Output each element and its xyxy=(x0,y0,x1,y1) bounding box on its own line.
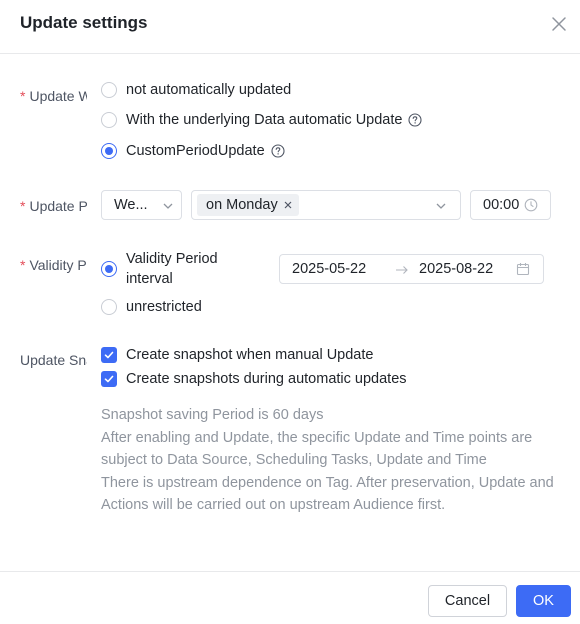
day-tag: on Monday xyxy=(197,194,299,216)
chevron-down-icon xyxy=(436,203,446,209)
note-line: There is upstream dependence on Tag. Aft… xyxy=(101,474,554,514)
checkbox-checked[interactable] xyxy=(101,371,117,387)
tag-remove-icon[interactable] xyxy=(283,200,293,210)
radio-label: CustomPeriodUpdate xyxy=(126,143,265,159)
update-settings-dialog: Update settings *Update Way not automati… xyxy=(0,0,580,624)
checkbox-auto-snapshot[interactable]: Create snapshots during automatic update… xyxy=(101,371,407,387)
update-way-label: *Update Way xyxy=(20,88,87,104)
radio-validity-interval[interactable]: Validity Period interval xyxy=(101,249,218,289)
snapshot-notes: Snapshot saving Period is 60 days After … xyxy=(101,404,561,517)
ok-button[interactable]: OK xyxy=(516,585,571,617)
checkmark-icon xyxy=(104,351,114,359)
help-icon[interactable] xyxy=(271,144,285,158)
radio-underlying-data-update[interactable]: With the underlying Data automatic Updat… xyxy=(101,112,423,128)
dialog-header: Update settings xyxy=(0,0,580,54)
radio-circle[interactable] xyxy=(101,82,117,98)
checkbox-label: Create snapshot when manual Update xyxy=(126,347,374,363)
radio-custom-period-update[interactable]: CustomPeriodUpdate xyxy=(101,143,285,159)
start-date[interactable]: 2025-05-22 xyxy=(292,261,366,277)
update-snapshot-label: Update Snapshot xyxy=(20,352,87,368)
radio-circle-selected[interactable] xyxy=(101,261,117,277)
checkmark-icon xyxy=(104,375,114,383)
day-tag-label: on Monday xyxy=(206,197,278,213)
checkbox-checked[interactable] xyxy=(101,347,117,363)
end-date[interactable]: 2025-08-22 xyxy=(419,261,493,277)
radio-label: unrestricted xyxy=(126,299,202,315)
date-range-picker[interactable]: 2025-05-22 2025-08-22 xyxy=(279,254,544,284)
checkbox-manual-snapshot[interactable]: Create snapshot when manual Update xyxy=(101,347,373,363)
note-line: After enabling and Update, the specific … xyxy=(101,429,533,469)
radio-circle-selected[interactable] xyxy=(101,143,117,159)
cancel-button[interactable]: Cancel xyxy=(428,585,507,617)
frequency-select[interactable]: We... xyxy=(101,190,182,220)
time-value: 00:00 xyxy=(483,197,520,213)
close-icon[interactable] xyxy=(549,14,569,34)
radio-circle[interactable] xyxy=(101,112,117,128)
dialog-title: Update settings xyxy=(20,13,148,32)
days-multiselect[interactable]: on Monday xyxy=(191,190,461,220)
arrow-right-icon xyxy=(396,266,408,274)
note-line: Snapshot saving Period is 60 days xyxy=(101,407,324,423)
frequency-value: We... xyxy=(114,197,148,213)
validity-period-label: *Validity Period xyxy=(20,257,87,273)
radio-label: With the underlying Data automatic Updat… xyxy=(126,112,403,128)
radio-label: not automatically updated xyxy=(126,82,292,98)
help-icon[interactable] xyxy=(408,113,423,127)
chevron-down-icon xyxy=(163,203,173,209)
radio-circle[interactable] xyxy=(101,299,117,315)
radio-label: Validity Period interval xyxy=(126,251,218,287)
radio-unrestricted[interactable]: unrestricted xyxy=(101,299,202,315)
update-period-label: *Update Period xyxy=(20,198,87,214)
radio-not-auto-update[interactable]: not automatically updated xyxy=(101,82,291,98)
calendar-icon xyxy=(516,263,530,276)
time-picker[interactable]: 00:00 xyxy=(470,190,551,220)
checkbox-label: Create snapshots during automatic update… xyxy=(126,371,407,387)
clock-icon xyxy=(524,198,538,212)
